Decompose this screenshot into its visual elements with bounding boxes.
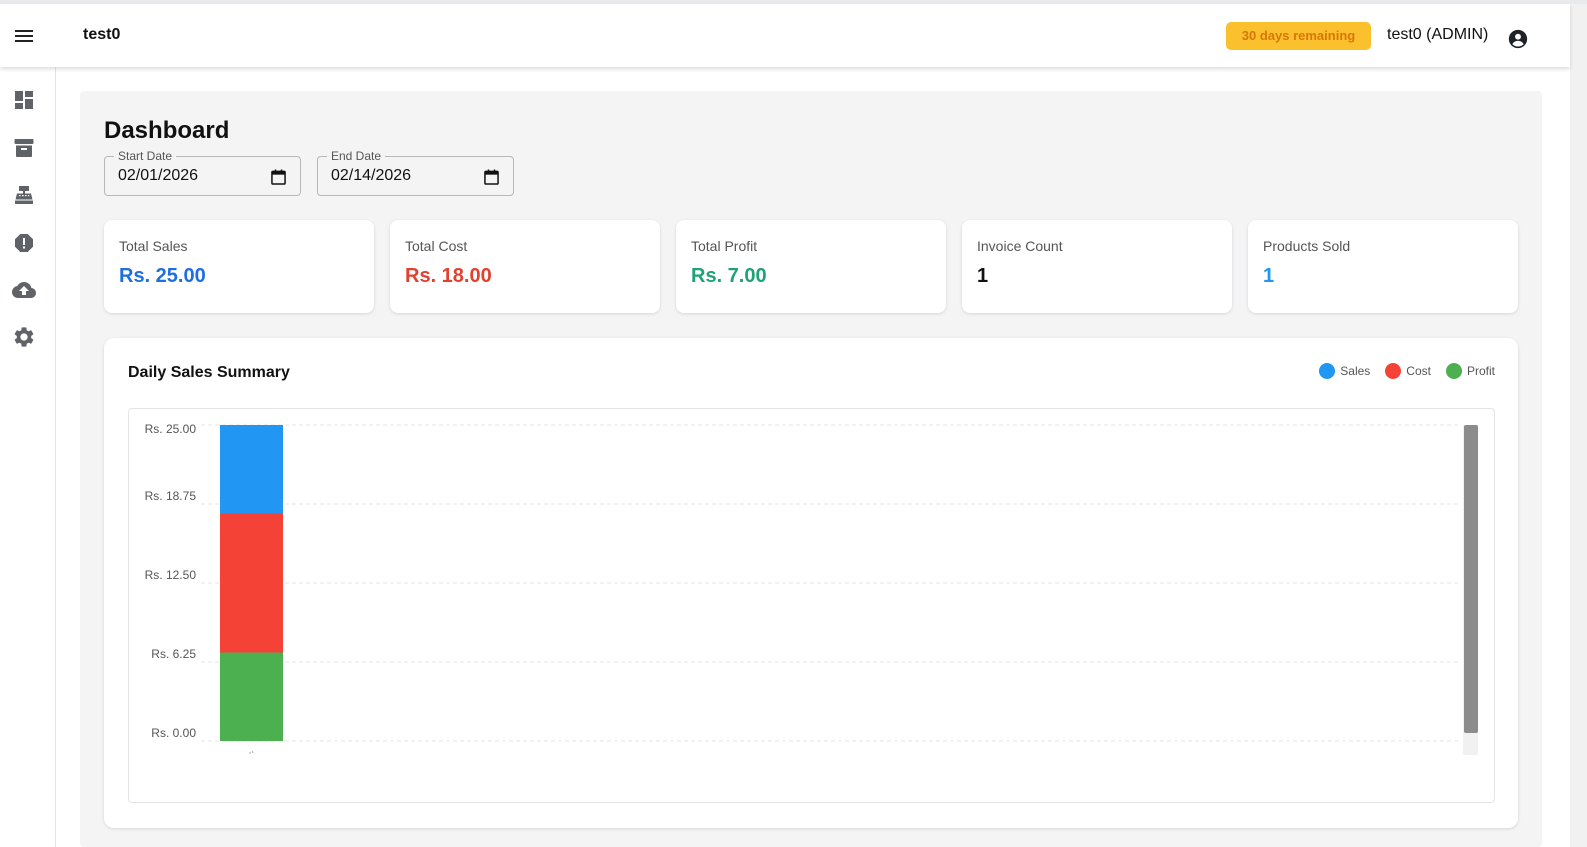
dashboard-icon[interactable] xyxy=(12,88,36,112)
stat-card-total-sales: Total Sales Rs. 25.00 xyxy=(104,220,374,313)
chart-title: Daily Sales Summary xyxy=(128,364,290,381)
chart-frame: Rs. 0.00 Rs. 6.25 Rs. 12.50 Rs. 18.75 Rs. 25… xyxy=(128,408,1495,803)
trial-remaining-badge: 30 days remaining xyxy=(1226,22,1371,50)
sidebar xyxy=(0,67,56,847)
start-date-label: Start Date xyxy=(114,149,177,163)
stat-card-products-sold: Products Sold 1 xyxy=(1248,220,1518,313)
stat-card-invoice-count: Invoice Count 1 xyxy=(962,220,1232,313)
cash-register-icon[interactable] xyxy=(12,183,36,207)
legend-item-cost[interactable]: Cost xyxy=(1385,363,1431,379)
x-tick-label: .. xyxy=(246,745,255,757)
stat-label: Total Cost xyxy=(405,238,468,254)
end-date-value[interactable]: 02/14/2026 xyxy=(331,167,411,185)
legend-dot xyxy=(1445,363,1462,379)
stat-label: Total Sales xyxy=(119,238,188,254)
settings-gear-icon[interactable] xyxy=(12,325,36,349)
stat-value: 1 xyxy=(1263,265,1275,287)
stat-value: 1 xyxy=(977,265,989,287)
y-tick-label: Rs. 12.50 xyxy=(145,568,197,582)
legend-label: Profit xyxy=(1466,364,1495,378)
menu-hamburger-icon[interactable] xyxy=(12,24,36,48)
legend-item-profit[interactable]: Profit xyxy=(1445,363,1495,379)
chart-scrollbar-thumb[interactable] xyxy=(1464,425,1478,733)
app-title: test0 xyxy=(83,26,121,43)
stat-label: Total Profit xyxy=(691,238,758,254)
stat-card-total-cost: Total Cost Rs. 18.00 xyxy=(390,220,660,313)
start-date-value[interactable]: 02/01/2026 xyxy=(118,167,198,185)
alert-icon[interactable] xyxy=(12,231,36,255)
stat-label: Invoice Count xyxy=(977,238,1063,254)
daily-sales-chart-card: Daily Sales Summary Sales Cost Profit Rs… xyxy=(104,338,1518,828)
legend-label: Cost xyxy=(1406,364,1431,378)
account-circle-icon[interactable] xyxy=(1507,28,1529,50)
chart-legend: Sales Cost Profit xyxy=(1304,363,1495,379)
end-date-label: End Date xyxy=(327,149,386,163)
end-date-field[interactable]: End Date 02/14/2026 xyxy=(317,149,514,196)
stat-card-total-profit: Total Profit Rs. 7.00 xyxy=(676,220,946,313)
y-tick-label: Rs. 6.25 xyxy=(151,647,196,661)
y-tick-label: Rs. 18.75 xyxy=(145,489,197,503)
legend-dot xyxy=(1385,363,1402,379)
chart-plot-area: Rs. 0.00 Rs. 6.25 Rs. 12.50 Rs. 18.75 Rs. 25… xyxy=(145,422,1459,757)
start-date-field[interactable]: Start Date 02/01/2026 xyxy=(104,149,301,196)
page-title: Dashboard xyxy=(104,117,230,144)
legend-label: Sales xyxy=(1340,364,1371,378)
stat-value: Rs. 25.00 xyxy=(119,265,206,287)
cloud-upload-icon[interactable] xyxy=(12,278,36,302)
y-tick-label: Rs. 25.00 xyxy=(145,422,197,436)
stat-value: Rs. 18.00 xyxy=(405,265,492,287)
legend-dot xyxy=(1319,363,1336,379)
stat-label: Products Sold xyxy=(1263,238,1351,254)
y-tick-label: Rs. 0.00 xyxy=(151,726,196,740)
user-name: test0 (ADMIN) xyxy=(1387,26,1489,43)
page-scrollbar[interactable] xyxy=(1570,4,1587,847)
app-bar: test0 30 days remaining test0 (ADMIN) xyxy=(0,4,1570,67)
archive-icon[interactable] xyxy=(12,136,36,160)
calendar-icon[interactable] xyxy=(271,169,286,185)
stat-value: Rs. 7.00 xyxy=(691,265,767,287)
legend-item-sales[interactable]: Sales xyxy=(1319,363,1370,379)
calendar-icon[interactable] xyxy=(484,169,499,185)
bar-profit xyxy=(220,652,283,741)
